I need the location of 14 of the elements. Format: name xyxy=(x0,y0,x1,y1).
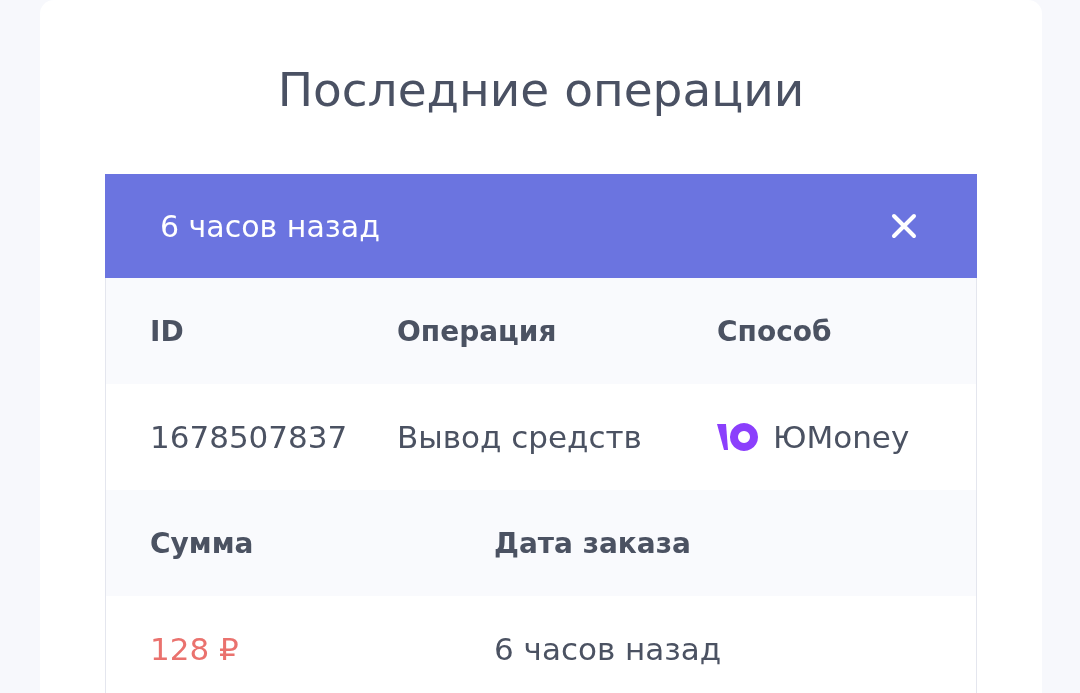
payment-logo-icon xyxy=(717,423,759,451)
column-header: Дата заказа xyxy=(494,526,692,560)
column-header: ID xyxy=(150,314,185,348)
column-header: Способ xyxy=(717,314,833,348)
column-header: Операция xyxy=(397,314,558,348)
amount-cell-text: 128 ₽ xyxy=(150,631,240,667)
page-title: Последние операции xyxy=(277,61,805,119)
table-cell-text: Вывод средств xyxy=(397,419,643,455)
close-icon xyxy=(891,213,917,239)
payment-method-label: ЮMoney xyxy=(773,419,910,455)
table-cell-text: 1678507837 xyxy=(150,419,349,455)
column-header: Сумма xyxy=(150,526,255,560)
table-cell-text: 6 часов назад xyxy=(494,631,723,667)
header-time: 6 часов назад xyxy=(160,208,380,244)
